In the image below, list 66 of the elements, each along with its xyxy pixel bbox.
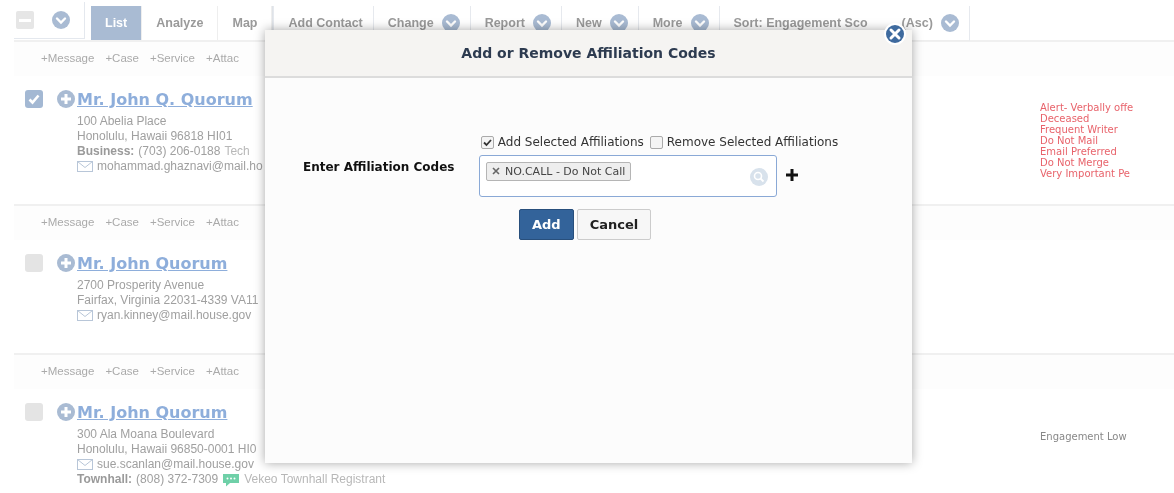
phone-label: Business: bbox=[77, 144, 135, 159]
address-text: 2700 Prosperity Avenue bbox=[77, 278, 205, 293]
tag-label: Do Not Merge bbox=[1040, 157, 1109, 168]
tag-label: Deceased bbox=[1040, 113, 1090, 124]
field-label: Enter Affiliation Codes bbox=[303, 160, 456, 174]
action-link[interactable]: +Case bbox=[105, 365, 139, 377]
add-icon[interactable] bbox=[785, 168, 799, 182]
tag-label: Very Important Pe bbox=[1040, 168, 1130, 179]
select-all-checkbox[interactable] bbox=[16, 11, 34, 29]
action-link[interactable]: +Service bbox=[149, 365, 195, 377]
address-text: Fairfax, Virginia 22031-4339 VA11 bbox=[77, 293, 259, 308]
search-icon[interactable] bbox=[750, 168, 768, 186]
action-link[interactable]: +Case bbox=[105, 52, 139, 64]
envelope-icon bbox=[77, 459, 93, 470]
action-link[interactable]: +Message bbox=[41, 52, 95, 64]
remove-icon[interactable] bbox=[492, 167, 500, 175]
checkbox[interactable] bbox=[480, 135, 494, 149]
tag-label: Email Preferred bbox=[1040, 146, 1117, 157]
action-link[interactable]: +Case bbox=[105, 216, 139, 228]
email-text: mohammad.ghaznavi@mail.ho bbox=[97, 159, 263, 174]
contact-name-link[interactable]: Mr. John Q. Quorum bbox=[77, 89, 253, 109]
dialog-title: Add or Remove Affiliation Codes bbox=[461, 45, 716, 61]
tag-label: Do Not Mail bbox=[1040, 135, 1098, 146]
email-text: sue.scanlan@mail.house.gov bbox=[97, 457, 254, 472]
action-link[interactable]: +Service bbox=[149, 52, 195, 64]
chat-bubble-icon bbox=[222, 472, 241, 487]
add-button[interactable]: Add bbox=[519, 209, 574, 240]
checkbox[interactable] bbox=[649, 135, 663, 149]
address-text: 300 Ala Moana Boulevard bbox=[77, 427, 215, 442]
cancel-button[interactable]: Cancel bbox=[576, 209, 652, 240]
action-link[interactable]: +Message bbox=[41, 365, 95, 377]
record-checkbox[interactable] bbox=[25, 90, 43, 108]
envelope-icon bbox=[77, 161, 93, 172]
address-text: 100 Abelia Place bbox=[77, 114, 167, 129]
email-text: ryan.kinney@mail.house.gov bbox=[97, 308, 252, 323]
tag-label: Engagement Low bbox=[1040, 431, 1127, 442]
address-text: Honolulu, Hawaii 96850-0001 HI0 bbox=[77, 442, 257, 457]
chevron-down-icon bbox=[52, 11, 70, 29]
address-text: Honolulu, Hawaii 96818 HI01 bbox=[77, 129, 233, 144]
phone-label: Townhall: bbox=[77, 472, 133, 487]
phone-number: (703) 206-0188 bbox=[138, 144, 221, 159]
phone-note: Tech bbox=[224, 144, 250, 159]
contact-name-link[interactable]: Mr. John Quorum bbox=[77, 253, 228, 273]
action-link[interactable]: +Message bbox=[41, 216, 95, 228]
tag-label: Alert- Verbally offe bbox=[1040, 102, 1134, 113]
tag-label: Frequent Writer bbox=[1040, 124, 1118, 135]
plus-circle-icon[interactable] bbox=[57, 403, 75, 421]
action-link[interactable]: +Attac bbox=[206, 52, 239, 64]
action-link[interactable]: +Service bbox=[149, 216, 195, 228]
affiliation-option[interactable]: Add Selected Affiliations bbox=[480, 135, 644, 149]
record-checkbox[interactable] bbox=[25, 254, 43, 272]
code-chip[interactable]: NO.CALL - Do Not Call bbox=[486, 161, 632, 181]
action-link[interactable]: +Attac bbox=[206, 216, 239, 228]
action-link[interactable]: +Attac bbox=[206, 365, 239, 377]
input-field[interactable]: NO.CALL - Do Not Call bbox=[479, 155, 777, 197]
phone-note: Vekeo Townhall Registrant bbox=[244, 472, 386, 487]
view-tab[interactable]: List bbox=[91, 6, 143, 40]
plus-circle-icon[interactable] bbox=[57, 90, 75, 108]
envelope-icon bbox=[77, 310, 93, 321]
plus-circle-icon[interactable] bbox=[57, 254, 75, 272]
chip-text: NO.CALL - Do Not Call bbox=[505, 164, 626, 178]
contact-name-link[interactable]: Mr. John Quorum bbox=[77, 402, 228, 422]
phone-number: (808) 372-7309 bbox=[136, 472, 219, 487]
dropdown-button[interactable] bbox=[52, 11, 70, 29]
record-checkbox[interactable] bbox=[25, 403, 43, 421]
affiliation-option[interactable]: Remove Selected Affiliations bbox=[649, 135, 839, 149]
